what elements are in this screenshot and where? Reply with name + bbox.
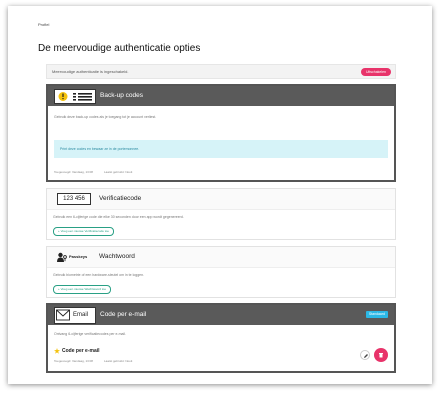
email-code-title: Code per e-mail [100,311,147,318]
email-code-last-used: Laatst gebruikt: Nooit [104,359,133,363]
backup-codes-description: Gebruik deze back-up codes als je toegan… [54,115,157,119]
backup-codes-info: Print deze codes en bewaar ze in de port… [54,140,388,158]
email-code-item: Code per e-mail Toegevoegd: Vandaag, 13:… [52,343,390,369]
add-password-button[interactable]: + Voeg een nieuwe Wachtwoord toe [53,285,112,294]
edit-button[interactable] [360,350,370,360]
add-verification-code-button[interactable]: + Voeg een nieuwe Verificatiecode toe [53,227,114,236]
verification-code-description: Gebruik een 6-cijferige code die elke 30… [53,215,184,219]
email-code-card: Email Code per e-mail Standaard Ontvang … [46,303,396,373]
email-icon: Email [54,307,96,324]
backup-codes-created: Toegevoegd: Vandaag, 13:08 [54,170,93,174]
page-title: De meervoudige authenticatie opties [38,43,201,54]
breadcrumb[interactable]: Profiel [38,22,49,27]
delete-button[interactable] [374,348,388,362]
mfa-status-bar: Meervoudige authenticatie is ingeschakel… [46,64,396,79]
password-card: Passkeys Wachtwoord Gebruik biometrie of… [46,246,396,298]
trash-icon [379,353,383,358]
passkeys-icon [57,252,67,262]
backup-codes-header: Back-up codes [48,86,394,106]
code-app-icon-label: 123 456 [63,196,85,202]
star-icon [54,348,60,354]
email-code-header: Email Code per e-mail Standaard [48,305,394,325]
backup-codes-info-text[interactable]: Print deze codes en bewaar ze in de port… [60,147,139,151]
email-code-created: Toegevoegd: Vandaag, 13:08 [54,359,93,363]
edit-icon [364,354,368,358]
mfa-status-text: Meervoudige authenticatie is ingeschakel… [52,69,129,74]
email-code-description: Ontvang 6-cijferige verificatiecodes per… [54,332,126,336]
code-app-icon: 123 456 [57,193,91,205]
disable-mfa-button[interactable]: Uitschakelen [361,68,391,76]
email-code-item-title: Code per e-mail [62,348,100,354]
email-icon-label: Email [73,312,89,318]
backup-codes-card: Back-up codes Gebruik deze back-up codes… [46,84,396,182]
verification-code-card: 123 456 Verificatiecode Gebruik een 6-ci… [46,188,396,240]
backup-codes-last-used: Laatst gebruikt: Nooit [104,170,133,174]
password-title: Wachtwoord [99,253,135,260]
backup-codes-icon [54,89,96,104]
verification-code-title: Verificatiecode [99,195,142,202]
password-header: Passkeys Wachtwoord [47,247,395,268]
password-description: Gebruik biometrie of een hardware-sleute… [53,273,145,277]
default-badge: Standaard [365,311,388,318]
backup-codes-title: Back-up codes [100,92,143,99]
verification-code-header: 123 456 Verificatiecode [47,189,395,210]
passkeys-icon-label: Passkeys [69,254,88,259]
